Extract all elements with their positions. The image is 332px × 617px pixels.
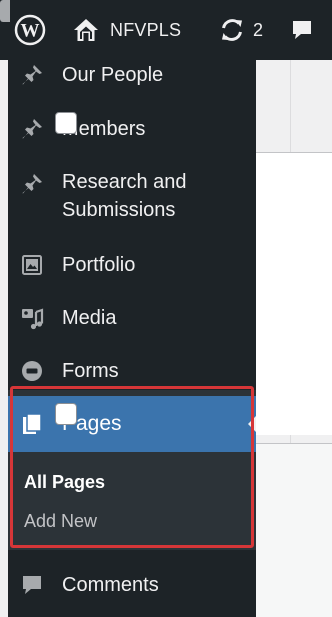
sidebar-item-media[interactable]: Media <box>8 303 256 333</box>
updates-link[interactable]: 2 <box>219 0 263 60</box>
forms-icon <box>20 359 44 383</box>
row-select-checkbox[interactable] <box>55 403 77 425</box>
sidebar-item-label: Comments <box>62 574 159 596</box>
site-name: NFVPLS <box>110 19 182 40</box>
sidebar-item-label: Research and Submissions <box>62 171 187 221</box>
sidebar-item-our-people[interactable]: Our People <box>8 60 256 90</box>
admin-bar-overflow-item[interactable] <box>0 0 10 22</box>
row-select-checkbox[interactable] <box>55 112 77 134</box>
sidebar-item-comments[interactable]: Comments <box>8 570 256 600</box>
refresh-icon <box>222 19 242 41</box>
pages-menu-group: Pages All Pages Add New <box>8 390 256 550</box>
portfolio-icon <box>20 253 44 277</box>
svg-text:W: W <box>21 21 40 42</box>
sidebar-item-research-and-submissions[interactable]: Research and Submissions <box>8 166 256 230</box>
sidebar-item-members[interactable]: Members <box>8 114 256 144</box>
sidebar-item-pages[interactable]: Pages <box>8 396 256 452</box>
admin-sidebar: Our People Members Research and Submissi… <box>8 60 256 617</box>
media-icon <box>20 306 44 330</box>
table-row <box>256 152 332 435</box>
home-icon <box>74 19 98 41</box>
submenu-item-all-pages[interactable]: All Pages <box>24 472 105 493</box>
sidebar-item-label: Our People <box>62 64 164 86</box>
pages-icon <box>20 412 44 436</box>
sidebar-item-portfolio[interactable]: Portfolio <box>8 250 256 280</box>
site-name-link[interactable]: NFVPLS <box>72 0 181 60</box>
table-row <box>256 443 332 617</box>
sidebar-item-label: Media <box>62 307 117 329</box>
comment-bubble-icon[interactable] <box>289 0 315 60</box>
pushpin-icon <box>20 172 44 196</box>
submenu-item-add-new[interactable]: Add New <box>24 511 97 532</box>
updates-count: 2 <box>253 19 264 40</box>
pushpin-icon <box>20 117 44 141</box>
sidebar-item-label: Forms <box>62 360 119 382</box>
admin-bar: W NFVPLS 2 <box>0 0 332 60</box>
active-menu-arrow <box>248 416 256 432</box>
sidebar-item-forms[interactable]: Forms <box>8 356 256 386</box>
wordpress-logo-icon[interactable]: W <box>14 0 46 60</box>
main-content-area <box>256 60 332 617</box>
comment-bubble-icon <box>20 573 44 597</box>
sidebar-item-label: Portfolio <box>62 254 136 276</box>
pushpin-icon <box>20 63 44 87</box>
